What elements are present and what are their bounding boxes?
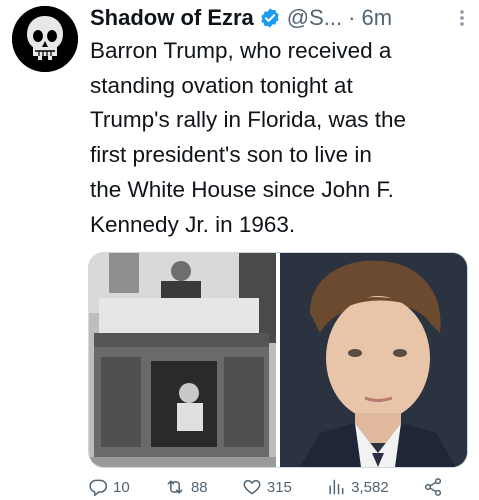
heart-icon [243, 480, 261, 495]
avatar[interactable] [12, 6, 78, 72]
tweet-actions: 10 88 315 3,582 [88, 474, 448, 500]
more-options-icon[interactable] [453, 6, 471, 30]
tweet-header: Shadow of Ezra @S... · 6m [90, 4, 471, 32]
reply-count: 10 [113, 478, 130, 496]
tweet-media[interactable] [88, 252, 468, 468]
retweet-count: 88 [190, 478, 208, 496]
share-icon [424, 478, 442, 496]
separator-dot: · [348, 5, 356, 30]
like-button[interactable]: 315 [242, 477, 292, 497]
punisher-skull-icon [12, 6, 78, 72]
reply-icon [89, 479, 108, 497]
display-name[interactable]: Shadow of Ezra [90, 5, 254, 31]
timestamp[interactable]: 6m [361, 5, 392, 31]
verified-badge-icon [259, 7, 281, 29]
reply-button[interactable]: 10 [88, 477, 130, 497]
views-chart-icon [329, 479, 344, 495]
user-handle[interactable]: @S... [287, 5, 342, 31]
like-count: 315 [266, 478, 292, 496]
retweet-button[interactable]: 88 [164, 477, 208, 497]
views-count: 3,582 [351, 478, 389, 496]
media-photo-oval-office[interactable] [89, 253, 276, 467]
views-button[interactable]: 3,582 [326, 477, 389, 497]
tweet-text: Barron Trump, who received a standing ov… [90, 38, 407, 237]
media-photo-portrait[interactable] [280, 253, 467, 467]
retweet-icon [167, 480, 183, 494]
share-button[interactable] [423, 477, 448, 497]
